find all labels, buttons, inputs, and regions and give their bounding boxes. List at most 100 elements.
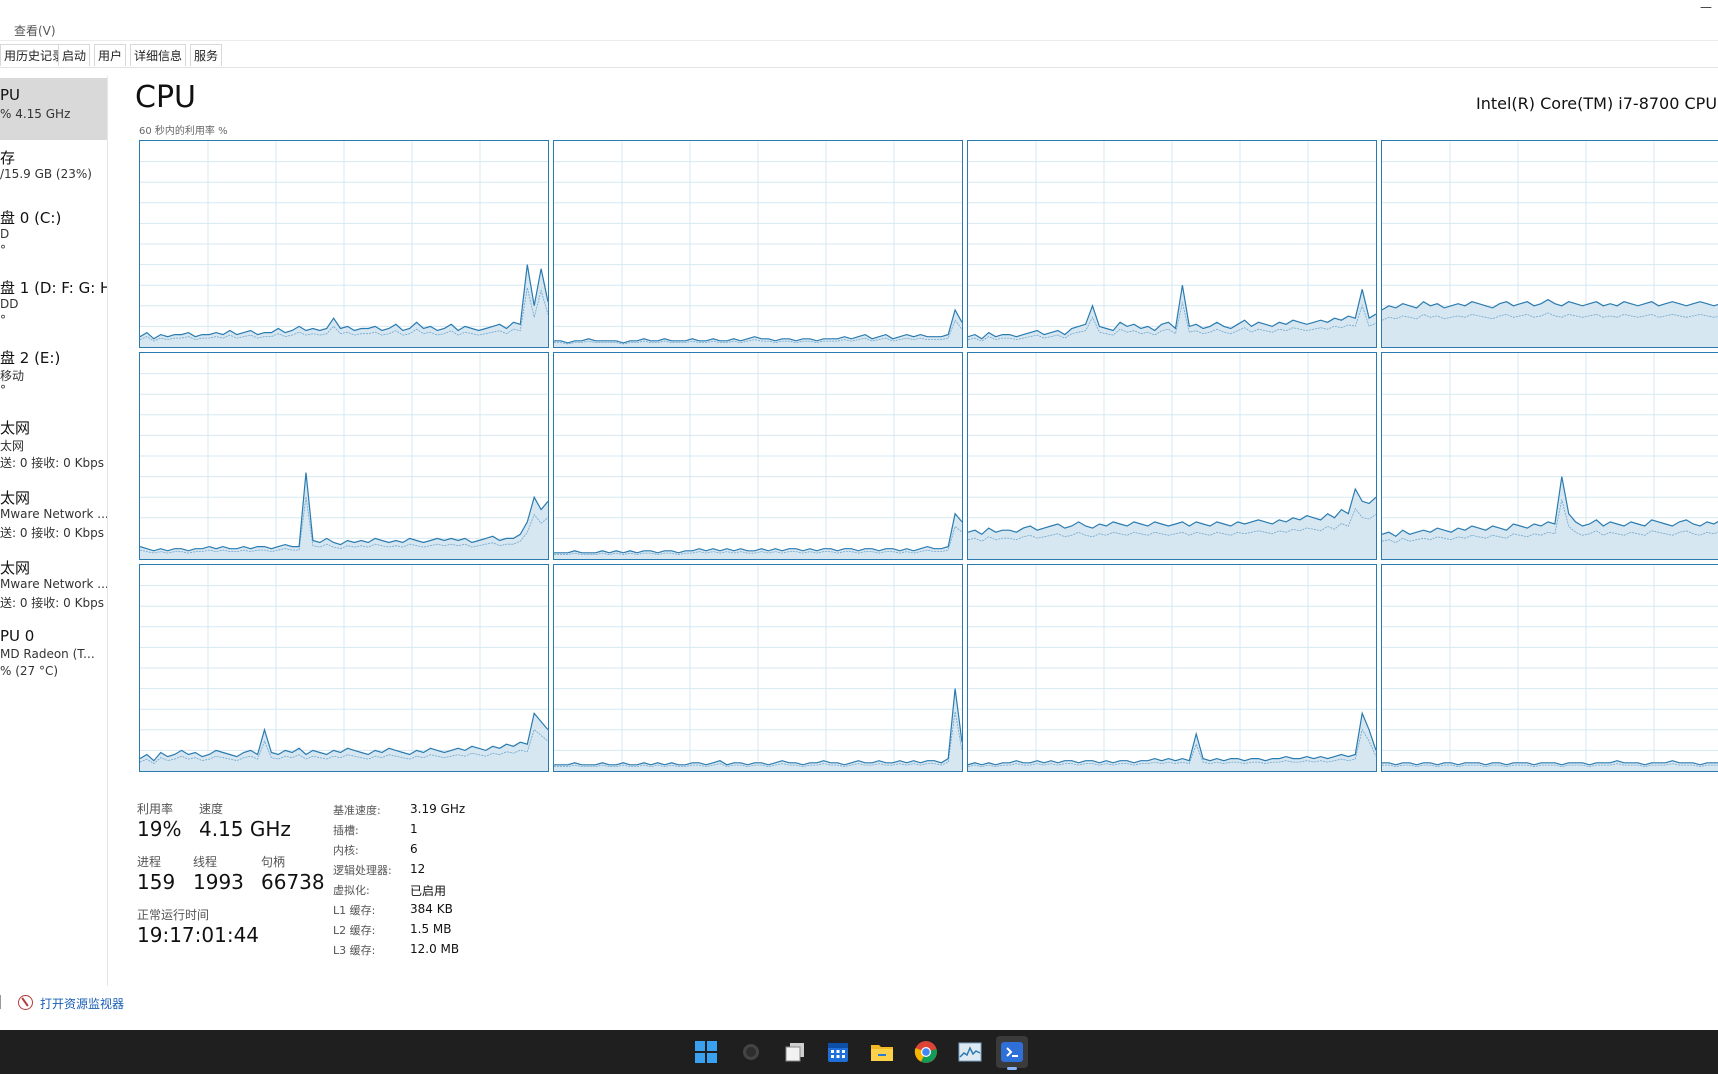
processes-value: 159 — [137, 870, 176, 894]
sidebar-item-gpu-0[interactable]: PU 0 MD Radeon (T... % (27 °C) — [0, 623, 107, 685]
spec-value: 已启用 — [410, 884, 447, 898]
spec-value: 6 — [410, 842, 418, 856]
sidebar-item-detail: ° — [0, 313, 6, 327]
task-manager-icon[interactable] — [954, 1036, 986, 1068]
threads-value: 1993 — [193, 870, 244, 894]
menu-divider — [0, 40, 1718, 41]
spec-label: 基准速度: — [333, 804, 381, 817]
utilization-chart — [554, 565, 962, 771]
sidebar-item-ethernet-1[interactable]: 太网 太网 送: 0 接收: 0 Kbps — [0, 413, 107, 475]
utilization-chart — [140, 353, 548, 559]
file-explorer-icon[interactable] — [866, 1036, 898, 1068]
spec-row: 插槽: 1 — [333, 822, 533, 842]
tab-bar: 用历史记录 启动 用户 详细信息 服务 — [0, 40, 1718, 68]
tab-users[interactable]: 用户 — [94, 44, 127, 66]
spec-label: 内核: — [333, 844, 359, 857]
spec-row: L1 缓存: 384 KB — [333, 902, 533, 922]
logical-processor-graphs — [139, 140, 1718, 775]
footer-bar: 打开资源监视器 — [0, 992, 1718, 1018]
sidebar-item-title: 盘 0 (C:) — [0, 209, 62, 227]
utilization-area — [1382, 299, 1718, 347]
tab-startup[interactable]: 启动 — [58, 44, 91, 66]
page-title: CPU — [135, 80, 196, 115]
sidebar-item-title: PU — [0, 86, 21, 104]
uptime-label: 正常运行时间 — [137, 908, 210, 922]
utilization-value: 19% — [137, 817, 182, 841]
open-resource-monitor-link[interactable]: 打开资源监视器 — [40, 995, 124, 1012]
logical-processor-graph — [139, 352, 549, 560]
logical-processor-graph — [1381, 352, 1718, 560]
sidebar-item-title: 太网 — [0, 419, 31, 437]
logical-processor-graph — [1381, 564, 1718, 772]
utilization-chart — [968, 565, 1376, 771]
windows-start-icon[interactable] — [690, 1036, 722, 1068]
spec-row: L2 缓存: 1.5 MB — [333, 922, 533, 942]
sidebar-item-title: 盘 1 (D: F: G: H — [0, 279, 107, 297]
calendar-app-icon[interactable] — [822, 1036, 854, 1068]
sidebar-item-throughput: 送: 0 接收: 0 Kbps — [0, 456, 104, 470]
minimize-button[interactable]: — — [1700, 0, 1712, 14]
performance-sidebar: PU % 4.15 GHz 存 /15.9 GB (23%) 盘 0 (C:) … — [0, 76, 108, 986]
sidebar-item-cpu[interactable]: PU % 4.15 GHz — [0, 78, 107, 140]
threads-label: 线程 — [193, 855, 218, 869]
sidebar-item-ethernet-2[interactable]: 太网 Mware Network ... 送: 0 接收: 0 Kbps — [0, 483, 107, 545]
logical-processor-graph — [967, 352, 1377, 560]
processes-label: 进程 — [137, 855, 162, 869]
sidebar-item-title: 盘 2 (E:) — [0, 349, 61, 367]
utilization-chart — [140, 141, 548, 347]
sidebar-item-detail: 太网 — [0, 439, 25, 453]
spec-value: 1.5 MB — [410, 922, 452, 936]
spec-row: 逻辑处理器: 12 — [333, 862, 533, 882]
logical-processor-graph — [139, 564, 549, 772]
logical-processor-graph — [1381, 140, 1718, 348]
sidebar-item-detail: MD Radeon (T... — [0, 647, 95, 661]
sidebar-item-throughput: % (27 °C) — [0, 664, 59, 678]
logical-processor-graph — [967, 140, 1377, 348]
spec-value: 1 — [410, 822, 418, 836]
spec-value: 3.19 GHz — [410, 802, 466, 816]
fewer-details-toggle[interactable] — [0, 995, 3, 1009]
utilization-label: 利用率 — [137, 802, 174, 816]
chrome-icon[interactable] — [910, 1036, 942, 1068]
spec-label: L2 缓存: — [333, 924, 376, 937]
logical-processor-graph — [553, 564, 963, 772]
sidebar-item-detail: D — [0, 227, 10, 241]
sidebar-item-disk-0[interactable]: 盘 0 (C:) D ° — [0, 203, 107, 265]
tab-details[interactable]: 详细信息 — [130, 44, 187, 66]
sidebar-item-disk-2[interactable]: 盘 2 (E:) 移动 ° — [0, 343, 107, 405]
cpu-model-name: Intel(R) Core(TM) i7-8700 CPU @ — [1476, 94, 1718, 113]
sidebar-item-memory[interactable]: 存 /15.9 GB (23%) — [0, 143, 107, 205]
taskbar — [0, 1030, 1718, 1074]
logical-processor-graph — [553, 352, 963, 560]
terminal-icon[interactable] — [996, 1036, 1028, 1070]
utilization-chart — [968, 353, 1376, 559]
sidebar-item-ethernet-3[interactable]: 太网 Mware Network ... 送: 0 接收: 0 Kbps — [0, 553, 107, 615]
search-icon[interactable] — [735, 1036, 767, 1068]
menu-bar: 查看(V) — [0, 18, 1718, 40]
sidebar-item-title: 太网 — [0, 489, 31, 507]
sidebar-item-detail: /15.9 GB (23%) — [0, 167, 92, 181]
sidebar-item-detail: ° — [0, 243, 6, 257]
spec-label: 逻辑处理器: — [333, 864, 392, 877]
graph-caption: 60 秒内的利用率 % — [139, 126, 228, 137]
sidebar-item-detail: DD — [0, 297, 19, 311]
menu-view[interactable]: 查看(V) — [14, 22, 56, 39]
sidebar-item-title: 存 — [0, 149, 16, 167]
sidebar-item-throughput: 送: 0 接收: 0 Kbps — [0, 526, 104, 540]
logical-processor-graph — [967, 564, 1377, 772]
resource-monitor-icon[interactable] — [18, 995, 33, 1010]
handles-label: 句柄 — [261, 855, 286, 869]
sidebar-item-disk-1[interactable]: 盘 1 (D: F: G: H DD ° — [0, 273, 107, 335]
spec-row: 基准速度: 3.19 GHz — [333, 802, 533, 822]
sidebar-item-detail: Mware Network ... — [0, 577, 107, 591]
utilization-chart — [1382, 141, 1718, 347]
task-view-icon[interactable] — [779, 1036, 811, 1068]
handles-value: 66738 — [261, 870, 325, 894]
spec-label: L1 缓存: — [333, 904, 376, 917]
utilization-chart — [1382, 353, 1718, 559]
sidebar-item-detail: % 4.15 GHz — [0, 107, 71, 121]
spec-label: 虚拟化: — [333, 884, 370, 897]
utilization-chart — [554, 353, 962, 559]
tab-services[interactable]: 服务 — [190, 44, 223, 66]
spec-row: L3 缓存: 12.0 MB — [333, 942, 533, 962]
